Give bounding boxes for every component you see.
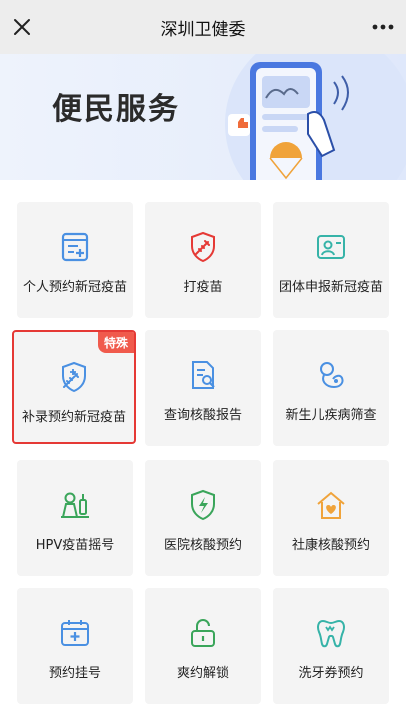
banner: 便民服务 bbox=[0, 54, 406, 180]
tooth-icon bbox=[317, 619, 345, 648]
baby-icon bbox=[320, 362, 344, 389]
service-label: 医院核酸预约 bbox=[163, 538, 242, 553]
service-label: 打疫苗 bbox=[183, 280, 223, 295]
unlock-icon bbox=[191, 619, 215, 647]
service-tile-missed-unlock[interactable]: 爽约解锁 bbox=[145, 588, 261, 704]
group-card-icon bbox=[317, 235, 345, 259]
service-tile-group-vaccine[interactable]: 团体申报新冠疫苗 bbox=[273, 202, 389, 318]
house-heart-icon bbox=[317, 491, 345, 519]
service-tile-newborn-screening[interactable]: 新生儿疾病筛查 bbox=[273, 330, 389, 446]
service-tile-community-nucleic[interactable]: 社康核酸预约 bbox=[273, 460, 389, 576]
service-tile-personal-vaccine[interactable]: 个人预约新冠疫苗 bbox=[17, 202, 133, 318]
shield-bolt-icon bbox=[191, 489, 215, 521]
service-label: 补录预约新冠疫苗 bbox=[21, 410, 126, 425]
calendar-plus-icon bbox=[61, 620, 89, 646]
vaccine-form-icon bbox=[61, 232, 89, 262]
service-label: HPV疫苗摇号 bbox=[35, 538, 115, 553]
service-label: 团体申报新冠疫苗 bbox=[278, 280, 383, 295]
special-badge: 特殊 bbox=[97, 332, 134, 353]
report-search-icon bbox=[192, 361, 215, 389]
service-label: 社康核酸预约 bbox=[291, 538, 370, 553]
service-label: 个人预约新冠疫苗 bbox=[22, 280, 127, 295]
service-label: 预约挂号 bbox=[48, 666, 101, 681]
top-bar: 深圳卫健委 bbox=[0, 0, 406, 54]
close-icon[interactable] bbox=[10, 15, 34, 39]
service-tile-registration[interactable]: 预约挂号 bbox=[17, 588, 133, 704]
banner-heading: 便民服务 bbox=[52, 92, 180, 127]
service-label: 爽约解锁 bbox=[176, 666, 229, 681]
page-title: 深圳卫健委 bbox=[160, 19, 246, 40]
service-label: 洗牙券预约 bbox=[298, 666, 364, 681]
service-tile-hpv-lottery[interactable]: HPV疫苗摇号 bbox=[17, 460, 133, 576]
syringe-shield-icon bbox=[191, 231, 215, 263]
service-tile-nucleic-report[interactable]: 查询核酸报告 bbox=[145, 330, 261, 446]
service-tile-dental-coupon[interactable]: 洗牙券预约 bbox=[273, 588, 389, 704]
service-label: 新生儿疾病筛查 bbox=[285, 408, 377, 423]
shield-syringe-icon bbox=[62, 361, 86, 393]
female-vaccine-icon bbox=[61, 492, 89, 518]
service-tile-hospital-nucleic[interactable]: 医院核酸预约 bbox=[145, 460, 261, 576]
service-label: 查询核酸报告 bbox=[163, 408, 242, 423]
more-icon[interactable] bbox=[370, 15, 396, 39]
service-tile-supplement-vaccine[interactable]: 特殊 补录预约新冠疫苗 bbox=[12, 330, 136, 444]
service-grid: 个人预约新冠疫苗 打疫苗 团体申报新冠疫苗 特殊 补录预约新冠疫苗 查询核酸报告… bbox=[0, 180, 406, 708]
service-tile-get-vaccine[interactable]: 打疫苗 bbox=[145, 202, 261, 318]
phone-illustration-icon bbox=[225, 54, 406, 180]
